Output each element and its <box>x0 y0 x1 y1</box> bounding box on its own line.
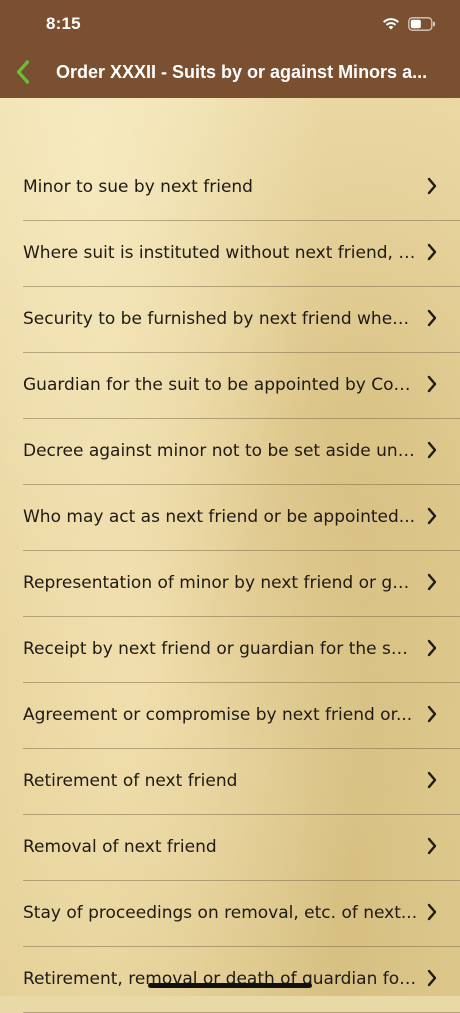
list-item[interactable]: Guardian for the suit to be appointed by… <box>0 353 460 419</box>
list-item-label: Minor to sue by next friend <box>23 177 253 197</box>
chevron-right-icon <box>427 309 437 327</box>
list-item[interactable]: Security to be furnished by next friend … <box>0 287 460 353</box>
list-item[interactable]: Retirement of next friend <box>0 749 460 815</box>
home-indicator[interactable] <box>148 983 312 988</box>
list-item[interactable]: Minor to sue by next friend <box>0 155 460 221</box>
status-time: 8:15 <box>46 14 81 33</box>
chevron-left-icon <box>16 60 30 88</box>
list-item-label: Retirement of next friend <box>23 771 238 791</box>
list-item-label: Representation of minor by next friend o… <box>23 573 418 593</box>
chevron-right-icon <box>427 177 437 195</box>
rules-list: Minor to sue by next friend Where suit i… <box>0 155 460 1013</box>
list-item[interactable]: Agreement or compromise by next friend o… <box>0 683 460 749</box>
chevron-right-icon <box>427 243 437 261</box>
wifi-icon <box>382 16 400 35</box>
list-item[interactable]: Stay of proceedings on removal, etc. of … <box>0 881 460 947</box>
back-button[interactable] <box>10 60 36 88</box>
navigation-header: 8:15 Order XXXII - Suits by or against M… <box>0 0 460 98</box>
list-item[interactable]: Representation of minor by next friend o… <box>0 551 460 617</box>
list-item[interactable]: Receipt by next friend or guardian for t… <box>0 617 460 683</box>
list-item[interactable]: Who may act as next friend or be appoint… <box>0 485 460 551</box>
list-item-label: Decree against minor not to be set aside… <box>23 441 418 461</box>
chevron-right-icon <box>427 573 437 591</box>
page-title: Order XXXII - Suits by or against Minors… <box>56 62 428 82</box>
list-item[interactable]: Retirement, removal or death of guardian… <box>0 947 460 1013</box>
status-icons <box>382 16 436 35</box>
list-item[interactable]: Removal of next friend <box>0 815 460 881</box>
list-item-label: Who may act as next friend or be appoint… <box>23 507 416 527</box>
list-item-label: Agreement or compromise by next friend o… <box>23 705 413 725</box>
list-item-label: Stay of proceedings on removal, etc. of … <box>23 903 418 923</box>
chevron-right-icon <box>427 771 437 789</box>
list-item[interactable]: Where suit is instituted without next fr… <box>0 221 460 287</box>
chevron-right-icon <box>427 837 437 855</box>
list-item-label: Removal of next friend <box>23 837 217 857</box>
battery-icon <box>408 16 436 35</box>
list-item-label: Guardian for the suit to be appointed by… <box>23 375 418 395</box>
chevron-right-icon <box>427 903 437 921</box>
chevron-right-icon <box>427 705 437 723</box>
chevron-right-icon <box>427 639 437 657</box>
list-item-label: Receipt by next friend or guardian for t… <box>23 639 418 659</box>
list-item-label: Security to be furnished by next friend … <box>23 309 418 329</box>
chevron-right-icon <box>427 507 437 525</box>
chevron-right-icon <box>427 375 437 393</box>
chevron-right-icon <box>427 969 437 987</box>
list-item-label: Where suit is instituted without next fr… <box>23 243 418 263</box>
list-item[interactable]: Decree against minor not to be set aside… <box>0 419 460 485</box>
chevron-right-icon <box>427 441 437 459</box>
